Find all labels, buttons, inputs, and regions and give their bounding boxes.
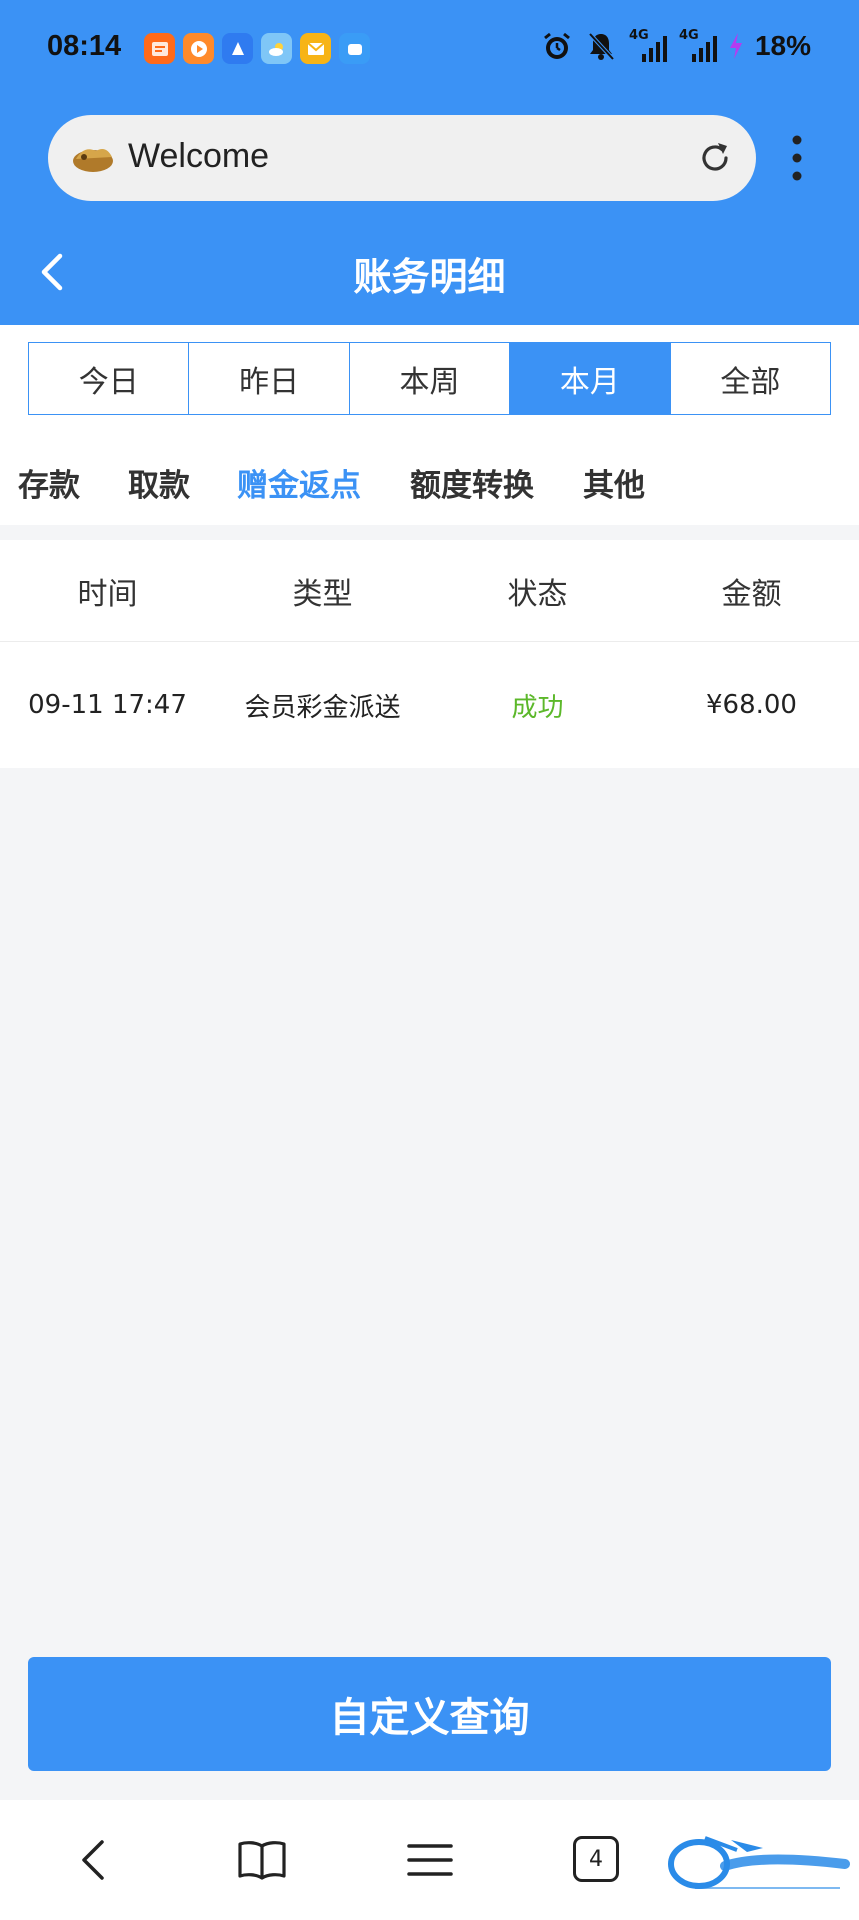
category-tab-withdraw[interactable]: 取款 — [128, 460, 190, 505]
mute-icon — [588, 32, 615, 61]
column-header-amount: 金额 — [721, 576, 782, 612]
browser-app-icon — [222, 33, 253, 64]
table-header-row: 时间 类型 状态 金额 — [0, 540, 859, 642]
status-time: 08:14 — [47, 30, 122, 62]
reload-icon[interactable] — [696, 139, 734, 177]
battery-level: 18% — [754, 30, 811, 61]
alarm-icon — [544, 32, 570, 59]
period-tab-this-week[interactable]: 本周 — [349, 343, 511, 414]
category-tabs: 存款 取款 赠金返点 额度转换 其他 — [0, 460, 859, 510]
table-row[interactable]: 09-11 17:47 会员彩金派送 成功 ¥68.00 — [0, 642, 859, 768]
cell-time: 09-11 17:47 — [28, 690, 187, 720]
cell-amount: ¥68.00 — [706, 690, 797, 720]
url-text[interactable]: Welcome — [128, 137, 269, 176]
period-tab-yesterday[interactable]: 昨日 — [189, 343, 350, 414]
mail-app-icon — [300, 33, 331, 64]
signal-icon: 4G — [629, 28, 667, 62]
column-header-time: 时间 — [77, 576, 138, 612]
category-tab-bonus-rebate[interactable]: 赠金返点 — [237, 460, 361, 505]
charging-icon — [729, 33, 742, 59]
status-right: 4G 4G 18% — [541, 28, 811, 62]
period-tab-all[interactable]: 全部 — [670, 343, 831, 414]
weather-app-icon — [261, 33, 292, 64]
signal-icon-2: 4G — [679, 28, 717, 62]
menu-hamburger-icon[interactable] — [404, 1834, 456, 1886]
period-tab-this-month[interactable]: 本月 — [510, 343, 671, 414]
cell-status: 成功 — [511, 692, 564, 723]
category-tab-credit-transfer[interactable]: 额度转换 — [410, 460, 534, 505]
cell-type: 会员彩金派送 — [244, 692, 401, 723]
category-tab-deposit[interactable]: 存款 — [18, 460, 80, 505]
video-app-icon — [183, 33, 214, 64]
taobao-app-icon — [144, 33, 175, 64]
status-bar: 08:14 4G 4G 18% — [0, 0, 859, 100]
address-bar[interactable]: Welcome — [48, 115, 756, 201]
transactions-table: 时间 类型 状态 金额 09-11 17:47 会员彩金派送 成功 ¥68.00 — [0, 540, 859, 768]
column-header-type: 类型 — [292, 576, 353, 612]
site-logo-icon — [73, 149, 113, 172]
bookmarks-book-icon[interactable] — [236, 1834, 288, 1886]
notification-icons — [144, 33, 370, 64]
page-title: 账务明细 — [353, 255, 506, 299]
tabs-count-icon[interactable]: 4 — [573, 1836, 619, 1882]
category-tab-other[interactable]: 其他 — [583, 460, 645, 505]
period-tabs: 今日 昨日 本周 本月 全部 — [28, 342, 831, 415]
nav-back-icon[interactable] — [70, 1834, 122, 1886]
custom-query-button[interactable]: 自定义查询 — [28, 1657, 831, 1771]
cloud-app-icon — [339, 33, 370, 64]
period-tab-today[interactable]: 今日 — [29, 343, 190, 414]
column-header-status: 状态 — [507, 576, 568, 612]
site-watermark-logo — [668, 1836, 850, 1889]
browser-bottom-nav: 4 — [0, 1800, 859, 1920]
more-menu-icon[interactable] — [790, 134, 804, 182]
